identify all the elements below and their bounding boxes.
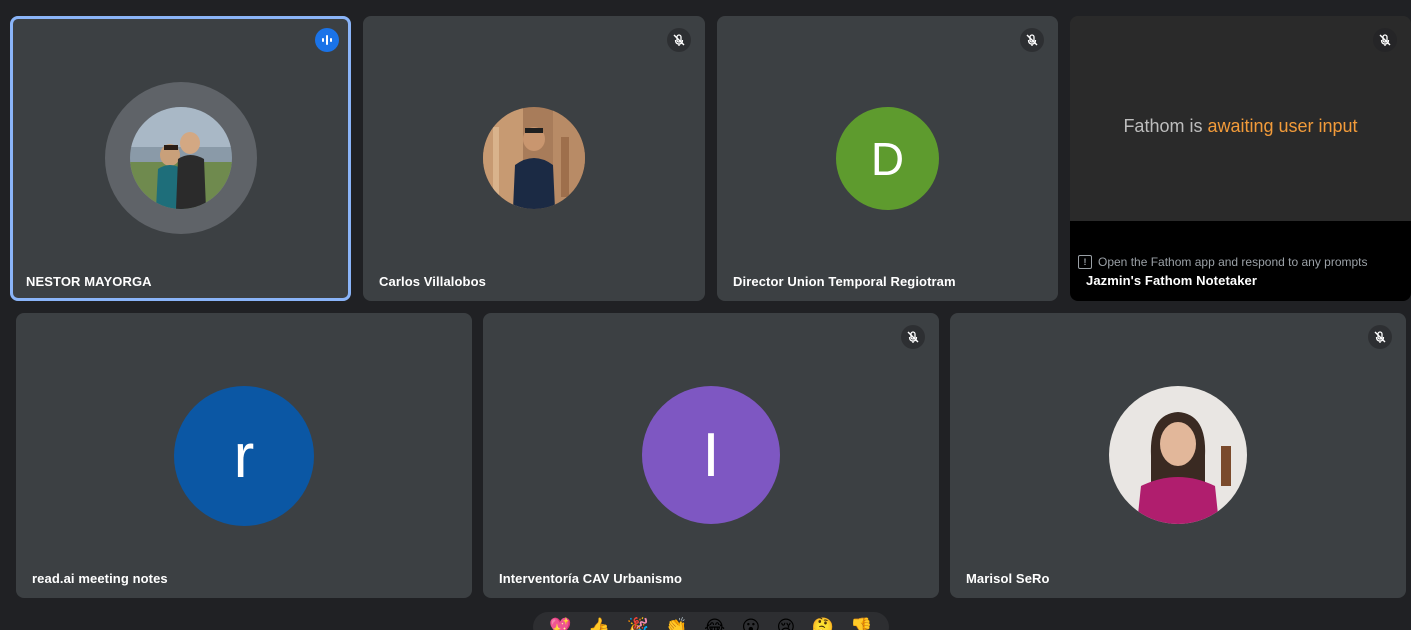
mic-off-icon <box>667 28 691 52</box>
fathom-info-bar: ! Open the Fathom app and respond to any… <box>1070 221 1411 301</box>
avatar <box>130 107 232 209</box>
fathom-message-prefix: Fathom is <box>1123 116 1208 136</box>
avatar-letter: I <box>702 420 720 490</box>
avatar-letter: D <box>870 132 905 185</box>
meeting-grid: NESTOR MAYORGA Carlos Villalobos D Direc… <box>0 0 1411 630</box>
mic-off-icon <box>1368 325 1392 349</box>
avatar <box>483 107 585 209</box>
participant-name: Carlos Villalobos <box>379 274 486 289</box>
avatar-initial: I <box>642 386 780 524</box>
participant-name: Jazmin's Fathom Notetaker <box>1086 273 1258 288</box>
participant-name: read.ai meeting notes <box>32 571 168 586</box>
participant-tile-carlos[interactable]: Carlos Villalobos <box>363 16 705 301</box>
participant-tile-fathom[interactable]: Fathom is awaiting user input ! Open the… <box>1070 16 1411 301</box>
fathom-status-message: Fathom is awaiting user input <box>1070 116 1411 137</box>
reaction-sad-icon[interactable]: 😢 <box>777 612 796 630</box>
participant-tile-marisol[interactable]: Marisol SeRo <box>950 313 1406 598</box>
reaction-laugh-icon[interactable]: 😂 <box>704 612 725 630</box>
participant-name: Marisol SeRo <box>966 571 1050 586</box>
avatar-initial: r <box>174 386 314 526</box>
participant-name: NESTOR MAYORGA <box>26 274 152 289</box>
mic-off-icon <box>901 325 925 349</box>
participant-tile-director[interactable]: D Director Union Temporal Regiotram <box>717 16 1058 301</box>
avatar <box>1109 386 1247 524</box>
alert-icon: ! <box>1078 255 1092 269</box>
reaction-clap-icon[interactable]: 👏 <box>665 612 687 630</box>
fathom-hint-text: Open the Fathom app and respond to any p… <box>1098 255 1368 269</box>
participant-name: Interventoría CAV Urbanismo <box>499 571 683 586</box>
participant-tile-interventoria[interactable]: I Interventoría CAV Urbanismo <box>483 313 939 598</box>
fathom-hint: ! Open the Fathom app and respond to any… <box>1078 255 1368 269</box>
avatar-letter: r <box>233 421 255 491</box>
reaction-thumbs-up-icon[interactable]: 👍 <box>588 612 610 630</box>
reaction-surprised-icon[interactable]: 😮 <box>741 612 760 630</box>
reaction-thinking-icon[interactable]: 🤔 <box>812 612 834 630</box>
fathom-video-area: Fathom is awaiting user input <box>1070 16 1411 221</box>
participant-name: Director Union Temporal Regiotram <box>733 274 956 289</box>
mic-off-icon <box>1373 28 1397 52</box>
mic-off-icon <box>1020 28 1044 52</box>
reactions-bar: 💖 👍 🎉 👏 😂 😮 😢 🤔 👎 <box>533 612 889 630</box>
reaction-party-icon[interactable]: 🎉 <box>627 612 649 630</box>
fathom-message-highlight: awaiting user input <box>1207 116 1358 136</box>
participant-tile-nestor[interactable]: NESTOR MAYORGA <box>10 16 351 301</box>
speaking-audio-icon <box>315 28 339 52</box>
avatar-initial: D <box>836 107 939 210</box>
reaction-thumbs-down-icon[interactable]: 👎 <box>850 612 872 630</box>
participant-tile-readai[interactable]: r read.ai meeting notes <box>16 313 472 598</box>
reaction-heart-icon[interactable]: 💖 <box>549 612 571 630</box>
